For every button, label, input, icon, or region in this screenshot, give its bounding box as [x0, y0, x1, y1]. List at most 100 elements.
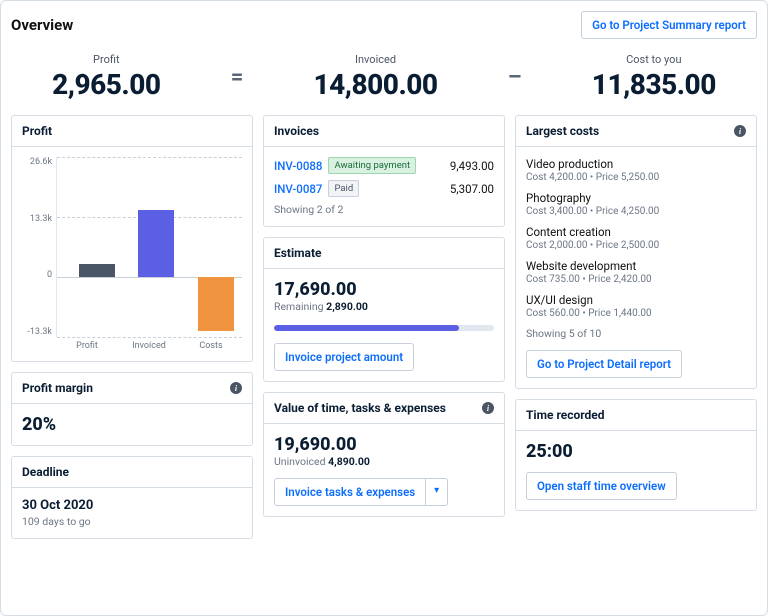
cost-item-name: Content creation	[526, 225, 746, 239]
open-staff-time-overview-button[interactable]: Open staff time overview	[526, 472, 677, 500]
chevron-down-icon[interactable]: ▾	[426, 478, 448, 506]
cost-item: PhotographyCost 3,400.00 • Price 4,250.0…	[526, 191, 746, 217]
y-tick: -13.3k	[27, 327, 52, 337]
vtte-amount: 19,690.00	[274, 434, 494, 455]
y-tick: 26.6k	[30, 157, 52, 167]
equals-sign: =	[231, 65, 244, 90]
profit-chart-body: 26.6k 13.3k 0 -13.3k Prof	[12, 147, 252, 361]
project-detail-report-button[interactable]: Go to Project Detail report	[526, 350, 682, 378]
bar	[138, 210, 174, 277]
cost-item-name: Video production	[526, 157, 746, 171]
costs-showing: Showing 5 of 10	[526, 327, 746, 340]
bar	[79, 264, 115, 277]
cost-item-sub: Cost 3,400.00 • Price 4,250.00	[526, 206, 746, 217]
info-icon[interactable]: i	[482, 402, 494, 414]
cost-item: Website developmentCost 735.00 • Price 2…	[526, 259, 746, 285]
card-head-deadline: Deadline	[12, 457, 252, 488]
overview-page: Overview Go to Project Summary report Pr…	[0, 0, 768, 616]
card-head-invoices: Invoices	[264, 116, 504, 147]
estimate-amount: 17,690.00	[274, 279, 494, 300]
metric-invoiced-value: 14,800.00	[314, 68, 438, 101]
vtte-title: Value of time, tasks & expenses	[274, 401, 446, 415]
invoice-link[interactable]: INV-0087	[274, 182, 322, 196]
page-title: Overview	[11, 16, 73, 34]
info-icon[interactable]: i	[230, 382, 242, 394]
invoice-row: INV-0087Paid5,307.00	[274, 180, 494, 197]
largest-costs-card: Largest costs i Video productionCost 4,2…	[515, 115, 757, 389]
metric-profit: Profit 2,965.00	[52, 53, 160, 101]
x-tick: Profit	[56, 341, 118, 351]
metric-invoiced: Invoiced 14,800.00	[314, 53, 438, 101]
metric-cost-label: Cost to you	[626, 53, 681, 66]
x-tick: Invoiced	[118, 341, 180, 351]
y-tick: 13.3k	[30, 214, 52, 224]
time-recorded-title: Time recorded	[526, 408, 605, 422]
invoice-amount: 9,493.00	[450, 159, 494, 173]
estimate-progress-fill	[274, 325, 459, 331]
cost-item: Video productionCost 4,200.00 • Price 5,…	[526, 157, 746, 183]
invoices-card: Invoices INV-0088 Awaiting payment 9,493.0…	[263, 115, 505, 227]
card-head-profit: Profit	[12, 116, 252, 147]
minus-sign: –	[508, 65, 522, 90]
profit-margin-value: 20%	[22, 414, 242, 435]
page-header: Overview Go to Project Summary report	[11, 11, 757, 39]
y-axis: 26.6k 13.3k 0 -13.3k	[22, 157, 56, 337]
profit-chart-title: Profit	[22, 124, 52, 138]
invoice-link[interactable]: INV-0088	[274, 159, 322, 173]
invoices-showing: Showing 2 of 2	[274, 203, 494, 216]
invoices-body: INV-0088 Awaiting payment 9,493.00 INV-0087…	[264, 147, 504, 226]
estimate-card: Estimate 17,690.00 Remaining 2,890.00 In…	[263, 237, 505, 382]
invoice-row: INV-0088 Awaiting payment 9,493.00	[274, 157, 494, 174]
status-badge: Awaiting payment	[328, 157, 416, 174]
estimate-title: Estimate	[274, 246, 322, 260]
card-head-estimate: Estimate	[264, 238, 504, 269]
y-tick: 0	[47, 270, 52, 280]
profit-margin-title: Profit margin	[22, 381, 93, 395]
info-icon[interactable]: i	[734, 125, 746, 137]
deadline-title: Deadline	[22, 465, 69, 479]
metric-invoiced-label: Invoiced	[355, 53, 396, 66]
metric-profit-value: 2,965.00	[52, 68, 160, 101]
profit-chart-area: 26.6k 13.3k 0 -13.3k	[22, 157, 242, 337]
cost-item-name: UX/UI design	[526, 293, 746, 307]
vtte-card: Value of time, tasks & expenses i 19,690…	[263, 392, 505, 517]
invoice-tasks-expenses-button[interactable]: Invoice tasks & expenses	[274, 478, 426, 506]
cost-item-name: Photography	[526, 191, 746, 205]
cost-item-sub: Cost 735.00 • Price 2,420.00	[526, 274, 746, 285]
cost-item: Content creationCost 2,000.00 • Price 2,…	[526, 225, 746, 251]
time-recorded-card: Time recorded 25:00 Open staff time over…	[515, 399, 757, 511]
profit-chart-card: Profit 26.6k 13.3k 0 -13.3k	[11, 115, 253, 362]
cost-item-name: Website development	[526, 259, 746, 273]
invoices-title: Invoices	[274, 124, 319, 138]
deadline-date: 30 Oct 2020	[22, 498, 242, 513]
cost-item-sub: Cost 4,200.00 • Price 5,250.00	[526, 172, 746, 183]
metric-profit-label: Profit	[93, 53, 120, 66]
project-summary-report-button[interactable]: Go to Project Summary report	[581, 11, 757, 39]
card-head-vtte: Value of time, tasks & expenses i	[264, 393, 504, 424]
invoice-tasks-expenses-splitbutton: Invoice tasks & expenses ▾	[274, 478, 448, 506]
column-right: Largest costs i Video productionCost 4,2…	[515, 115, 757, 539]
largest-costs-title: Largest costs	[526, 124, 599, 138]
column-middle: Invoices INV-0088 Awaiting payment 9,493.0…	[263, 115, 505, 539]
cost-item-sub: Cost 2,000.00 • Price 2,500.00	[526, 240, 746, 251]
bar	[198, 277, 234, 330]
metric-cost: Cost to you 11,835.00	[592, 53, 716, 101]
deadline-card: Deadline 30 Oct 2020 109 days to go	[11, 456, 253, 539]
x-tick: Costs	[180, 341, 242, 351]
estimate-progress	[274, 325, 494, 331]
largest-costs-body: Video productionCost 4,200.00 • Price 5,…	[516, 147, 756, 388]
invoice-project-amount-button[interactable]: Invoice project amount	[274, 343, 414, 371]
invoice-amount: 5,307.00	[450, 182, 494, 196]
column-left: Profit 26.6k 13.3k 0 -13.3k	[11, 115, 253, 539]
metric-cost-value: 11,835.00	[592, 68, 716, 101]
cost-item: UX/UI designCost 560.00 • Price 1,440.00	[526, 293, 746, 319]
x-axis: Profit Invoiced Costs	[56, 341, 242, 351]
vtte-uninvoiced: Uninvoiced 4,890.00	[274, 455, 494, 468]
estimate-remaining: Remaining 2,890.00	[274, 300, 494, 313]
deadline-remaining: 109 days to go	[22, 515, 242, 528]
card-head-profit-margin: Profit margin i	[12, 373, 252, 404]
plot-area	[56, 157, 242, 337]
metrics-row: Profit 2,965.00 = Invoiced 14,800.00 – C…	[11, 49, 757, 115]
cost-item-sub: Cost 560.00 • Price 1,440.00	[526, 308, 746, 319]
card-head-largest-costs: Largest costs i	[516, 116, 756, 147]
